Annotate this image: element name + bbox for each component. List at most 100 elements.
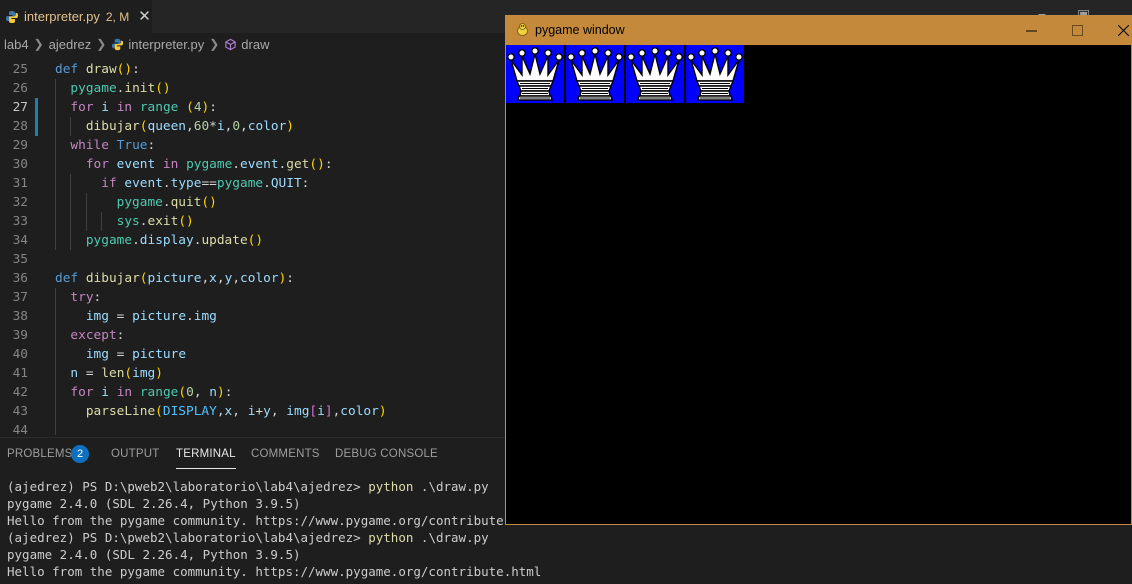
code-text: img = picture: [85, 347, 187, 362]
line-number: 34: [12, 233, 28, 248]
line-number: 43: [12, 404, 28, 419]
maximize-icon: [1071, 25, 1083, 36]
code-line[interactable]: 43 parseLine(DISPLAY,x, i+y, img[i],colo…: [0, 402, 505, 421]
code-text: def dibujar(picture,x,y,color):: [55, 271, 294, 286]
code-line[interactable]: 37 try:: [0, 288, 505, 307]
line-number: 38: [12, 309, 28, 324]
tab-comments[interactable]: COMMENTS: [251, 448, 320, 460]
code-line[interactable]: 35: [0, 250, 505, 269]
breadcrumb-draw[interactable]: draw: [241, 37, 269, 52]
tab-debug-console[interactable]: DEBUG CONSOLE: [335, 448, 438, 460]
pygame-icon: [517, 23, 528, 36]
queen-icon: [507, 47, 563, 101]
pygame-window[interactable]: pygame window: [505, 15, 1132, 525]
code-text: for i in range (4):: [70, 100, 217, 115]
code-line[interactable]: 34 pygame.display.update(): [0, 231, 505, 250]
code-text: except:: [70, 328, 125, 343]
code-line[interactable]: 32 pygame.quit(): [0, 193, 505, 212]
terminal-line: (ajedrez) PS D:\pweb2\laboratorio\lab4\a…: [7, 530, 489, 545]
queen-tile: [506, 45, 564, 103]
breadcrumb-lab4[interactable]: lab4: [4, 37, 29, 52]
code-line[interactable]: 25 def draw():: [0, 60, 505, 79]
line-number: 36: [12, 271, 28, 286]
terminal-line: (ajedrez) PS D:\pweb2\laboratorio\lab4\a…: [7, 479, 489, 494]
line-number: 25: [12, 62, 28, 77]
queen-icon: [567, 47, 623, 101]
code-text: if event.type==pygame.QUIT:: [101, 176, 310, 191]
line-number: 42: [12, 385, 28, 400]
line-number: 39: [12, 328, 28, 343]
line-number: 28: [12, 119, 28, 134]
queen-icon: [627, 47, 683, 101]
line-number: 26: [12, 81, 28, 96]
code-line[interactable]: 42 for i in range(0, n):: [0, 383, 505, 402]
code-text: for i in range(0, n):: [70, 385, 233, 400]
code-text: for event in pygame.event.get():: [85, 157, 333, 172]
line-number: 32: [12, 195, 28, 210]
line-number: 41: [12, 366, 28, 381]
chevron-right-icon: ❯: [96, 37, 107, 51]
symbol-method-icon: [225, 38, 236, 50]
line-number: 29: [12, 138, 28, 153]
line-number: 44: [12, 423, 28, 435]
tab-problems[interactable]: PROBLEMS: [7, 448, 73, 460]
minimize-button[interactable]: [1008, 16, 1054, 45]
code-line[interactable]: 38 img = picture.img: [0, 307, 505, 326]
code-text: def draw():: [55, 62, 140, 77]
code-text: pygame.init(): [70, 81, 171, 96]
breadcrumb: lab4 ❯ ajedrez ❯ interpreter.py ❯ draw: [0, 33, 505, 55]
breadcrumb-ajedrez[interactable]: ajedrez: [49, 37, 92, 52]
code-line[interactable]: 44: [0, 421, 505, 435]
tab-terminal[interactable]: TERMINAL: [176, 448, 236, 469]
window-close-button[interactable]: [1100, 16, 1132, 45]
code-text: img = picture.img: [85, 309, 217, 324]
line-number: 27: [12, 100, 28, 115]
code-text: dibujar(queen,60*i,0,color): [85, 119, 294, 134]
line-number: 31: [12, 176, 28, 191]
breadcrumb-interpreter-py[interactable]: interpreter.py: [128, 37, 204, 52]
line-number: 35: [12, 252, 28, 267]
terminal-line: pygame 2.4.0 (SDL 2.26.4, Python 3.9.5): [7, 547, 301, 562]
code-line[interactable]: 31 if event.type==pygame.QUIT:: [0, 174, 505, 193]
python-file-icon: [6, 10, 18, 23]
code-text: while True:: [70, 138, 156, 153]
code-text: sys.exit(): [116, 214, 194, 229]
code-line[interactable]: 26 pygame.init(): [0, 79, 505, 98]
window-close-icon: [1117, 25, 1129, 36]
terminal-line: Hello from the pygame community. https:/…: [7, 564, 542, 579]
code-text: n = len(img): [70, 366, 163, 381]
queen-tile: [686, 45, 744, 103]
tab-title: interpreter.py: [24, 9, 100, 24]
terminal-line: pygame 2.4.0 (SDL 2.26.4, Python 3.9.5): [7, 496, 301, 511]
maximize-button[interactable]: [1054, 16, 1100, 45]
code-line[interactable]: 27 for i in range (4):: [0, 98, 505, 117]
code-line[interactable]: 33 sys.exit(): [0, 212, 505, 231]
code-line[interactable]: 39 except:: [0, 326, 505, 345]
code-editor[interactable]: 25 def draw(): 26 pygame.init() 27 for i in…: [0, 60, 505, 435]
code-line[interactable]: 28 dibujar(queen,60*i,0,color): [0, 117, 505, 136]
chevron-right-icon: ❯: [33, 37, 44, 51]
code-line[interactable]: 29 while True:: [0, 136, 505, 155]
code-text: pygame.quit(): [116, 195, 217, 210]
queen-tile: [626, 45, 684, 103]
line-number: 30: [12, 157, 28, 172]
code-line[interactable]: 40 img = picture: [0, 345, 505, 364]
queen-icon: [687, 47, 743, 101]
code-line[interactable]: 41 n = len(img): [0, 364, 505, 383]
code-text: try:: [70, 290, 102, 305]
tab-output[interactable]: OUTPUT: [111, 448, 159, 460]
code-text: pygame.display.update(): [85, 233, 264, 248]
queen-tile: [566, 45, 624, 103]
line-number: 33: [12, 214, 28, 229]
window-title: pygame window: [535, 23, 625, 37]
problems-count-badge: 2: [71, 445, 89, 463]
close-icon[interactable]: ✕: [138, 9, 151, 24]
line-number: 40: [12, 347, 28, 362]
code-line[interactable]: 30 for event in pygame.event.get():: [0, 155, 505, 174]
python-file-icon: [112, 38, 124, 50]
line-number: 37: [12, 290, 28, 305]
tab-interpreter-py[interactable]: interpreter.py 2, M ✕: [0, 0, 152, 33]
pygame-window-titlebar[interactable]: pygame window: [506, 16, 1131, 45]
code-line[interactable]: 36 def dibujar(picture,x,y,color):: [0, 269, 505, 288]
tab-modified-indicator: 2, M: [105, 9, 130, 24]
